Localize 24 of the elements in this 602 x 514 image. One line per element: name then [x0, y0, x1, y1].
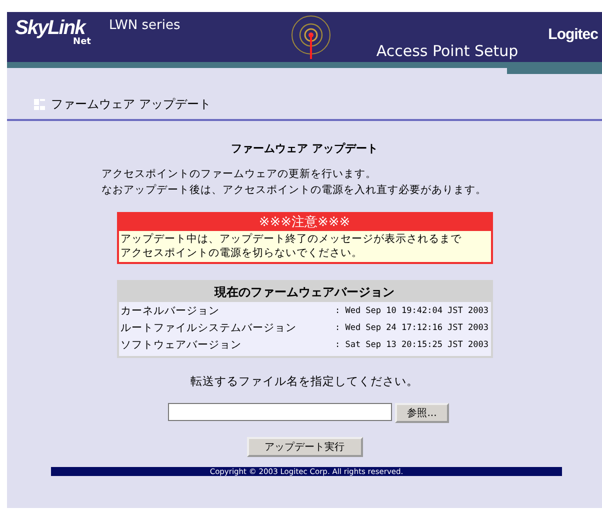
warning-title: ※※※注意※※※ [258, 214, 352, 231]
version-label: ソフトウェアバージョン [120, 338, 242, 353]
version-value: : Wed Sep 10 19:42:04 JST 2003 [334, 305, 488, 318]
app-title: Access Point Setup [376, 42, 518, 60]
logo-subtext: Net [73, 38, 91, 47]
version-value: : Sat Sep 13 20:15:25 JST 2003 [334, 339, 488, 352]
antenna-icon [289, 15, 334, 59]
series-label: LWN series [109, 18, 180, 33]
version-value: : Wed Sep 24 17:12:16 JST 2003 [334, 322, 488, 335]
description-text: なおアップデート後は、アクセスポイントの電源を入れ直す必要があります。 [102, 183, 488, 198]
file-prompt: 転送するファイル名を指定してください。 [190, 374, 418, 389]
version-label: ルートファイルシステムバージョン [120, 321, 296, 336]
version-label: カーネルバージョン [120, 304, 220, 319]
bullet-icon [34, 99, 45, 110]
description-text: アクセスポイントのファームウェアの更新を行います。 [102, 167, 378, 182]
warning-message: アップデート中は、アップデート終了のメッセージが表示されるまで アクセスポイントの電源を切らないでください。 [118, 231, 490, 262]
browse-button[interactable]: 参照... [395, 403, 449, 423]
brand-logo: Logitec [548, 26, 598, 43]
page-heading: ファームウェア アップデート [231, 141, 378, 156]
section-title: ファームウェア アップデート [51, 96, 211, 113]
logo-text: SkyLink [15, 18, 86, 38]
version-title: 現在のファームウェアバージョン [213, 284, 396, 301]
update-button[interactable]: アップデート実行 [246, 437, 362, 457]
file-path-field[interactable] [168, 403, 392, 421]
